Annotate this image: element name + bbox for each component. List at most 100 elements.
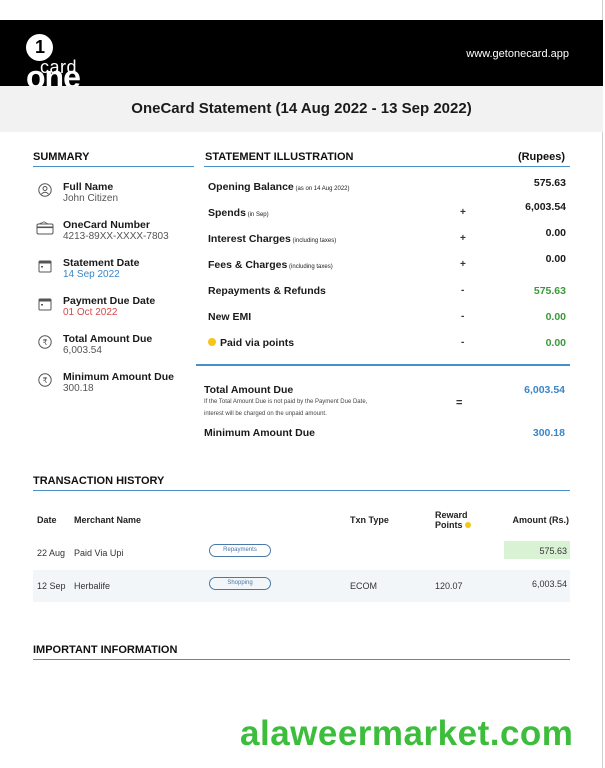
important-info-heading: IMPORTANT INFORMATION xyxy=(33,644,178,656)
txn-type: ECOM xyxy=(350,581,377,591)
brand-header: 1one card www.getonecard.app xyxy=(0,20,603,93)
illustration-heading: STATEMENT ILLUSTRATION xyxy=(205,151,354,163)
illustration-row: Fees & Charges (including taxes) +0.00 xyxy=(208,253,566,273)
table-row[interactable]: 22 Aug Paid Via Upi Repayments 575.63 xyxy=(33,537,570,569)
summary-item: Full Name John Citizen xyxy=(35,181,195,211)
col-reward-line2-text: Points xyxy=(435,520,463,530)
illustration-label: Opening Balance (as on 14 Aug 2022) xyxy=(208,181,350,193)
illustration-total-rule xyxy=(196,364,570,366)
illustration-label: Interest Charges (including taxes) xyxy=(208,233,336,245)
min-due-amount: 300.18 xyxy=(532,427,565,439)
summary-value: 6,003.54 xyxy=(63,345,102,356)
total-due-note-line2: interest will be charged on the unpaid a… xyxy=(204,411,327,417)
illustration-row: Repayments & Refunds - 575.63 xyxy=(208,285,566,299)
points-coin-icon xyxy=(465,522,472,528)
summary-label: Full Name xyxy=(63,181,114,193)
site-url-link[interactable]: www.getonecard.app xyxy=(466,48,569,60)
illustration-amount: 0.00 xyxy=(545,337,566,349)
illustration-amount: 6,003.54 xyxy=(525,201,566,213)
illustration-label: Spends (in Sep) xyxy=(208,207,269,219)
txn-amount-cell: 575.63 xyxy=(504,541,570,559)
total-due-label: Total Amount Due xyxy=(204,384,294,396)
col-merchant: Merchant Name xyxy=(74,515,142,525)
transactions-heading: TRANSACTION HISTORY xyxy=(33,475,165,487)
summary-item: ₹ Minimum Amount Due 300.18 xyxy=(35,371,195,401)
illustration-label-text: Fees & Charges xyxy=(208,259,288,271)
svg-text:₹: ₹ xyxy=(42,338,47,347)
summary-label: Total Amount Due xyxy=(63,333,153,345)
illustration-label-text: Paid via points xyxy=(220,337,295,349)
summary-rule xyxy=(33,166,194,167)
min-due-label: Minimum Amount Due xyxy=(204,427,316,439)
rupee-icon: ₹ xyxy=(38,373,52,387)
illustration-amount: 0.00 xyxy=(545,253,566,265)
logo-wordmark-card: card xyxy=(40,57,78,77)
illustration-row: Opening Balance (as on 14 Aug 2022) 575.6… xyxy=(208,177,566,195)
illustration-operator: + xyxy=(460,207,466,218)
summary-item: ₹ Total Amount Due 6,003.54 xyxy=(35,333,195,363)
illustration-label-note: (in Sep) xyxy=(245,212,269,218)
calendar-icon xyxy=(38,259,52,273)
txn-category-badge: Shopping xyxy=(209,577,271,590)
summary-value: 300.18 xyxy=(63,383,94,394)
watermark-text: alaweermarket.com xyxy=(240,714,574,753)
summary-value: 01 Oct 2022 xyxy=(63,307,118,318)
col-date: Date xyxy=(37,515,57,525)
illustration-label-text: Opening Balance xyxy=(208,181,294,193)
table-row[interactable]: 12 Sep Herbalife ECOM 120.07 Shopping 6,003.5… xyxy=(33,570,570,602)
total-due-operator: = xyxy=(456,397,463,409)
col-reward-points: Reward Points xyxy=(435,510,472,530)
illustration-operator: - xyxy=(461,337,465,348)
total-due-note: If the Total Amount Due is not paid by t… xyxy=(204,396,367,420)
txn-merchant: Paid Via Upi xyxy=(74,548,124,558)
illustration-operator: - xyxy=(461,285,465,296)
illustration-label: Repayments & Refunds xyxy=(208,285,326,297)
currency-note: (Rupees) xyxy=(517,151,565,163)
col-amount: Amount (Rs.) xyxy=(512,515,570,525)
points-coin-icon xyxy=(208,338,216,346)
summary-value: John Citizen xyxy=(63,193,119,204)
summary-item: Payment Due Date 01 Oct 2022 xyxy=(35,295,195,325)
illustration-rule xyxy=(204,166,570,167)
illustration-label-text: Repayments & Refunds xyxy=(208,285,326,297)
illustration-label: New EMI xyxy=(208,311,251,323)
txn-category-badge: Repayments xyxy=(209,544,271,557)
col-reward-line2: Points xyxy=(435,520,472,530)
illustration-amount: 575.63 xyxy=(533,285,566,297)
illustration-label-text: Interest Charges xyxy=(208,233,291,245)
txn-reward-points: 120.07 xyxy=(435,581,463,591)
summary-label: Statement Date xyxy=(63,257,140,269)
illustration-operator: - xyxy=(461,311,465,322)
illustration-row: Paid via points - 0.00 xyxy=(208,337,566,351)
illustration-row: Spends (in Sep) +6,003.54 xyxy=(208,201,566,221)
calendar-icon xyxy=(38,297,52,311)
illustration-amount: 575.63 xyxy=(533,177,566,189)
txn-date: 22 Aug xyxy=(37,548,66,558)
summary-value: 4213-89XX-XXXX-7803 xyxy=(63,231,169,242)
summary-label: Payment Due Date xyxy=(63,295,156,307)
statement-title: OneCard Statement (14 Aug 2022 - 13 Sep … xyxy=(131,100,472,117)
illustration-amount: 0.00 xyxy=(545,311,566,323)
summary-item: OneCard Number 4213-89XX-XXXX-7803 xyxy=(35,219,195,249)
illustration-amount: 0.00 xyxy=(545,227,566,239)
txn-amount-cell: 6,003.54 xyxy=(504,574,570,592)
summary-label: Minimum Amount Due xyxy=(63,371,175,383)
txn-amount: 6,003.54 xyxy=(531,579,567,589)
onecard-logo[interactable]: 1one card xyxy=(26,28,106,93)
illustration-label-note: (as on 14 Aug 2022) xyxy=(293,186,350,192)
illustration-operator: + xyxy=(460,233,466,244)
illustration-label: Fees & Charges (including taxes) xyxy=(208,259,333,271)
illustration-label-note: (including taxes) xyxy=(290,238,337,244)
illustration-label: Paid via points xyxy=(208,337,294,349)
illustration-row: Interest Charges (including taxes) +0.00 xyxy=(208,227,566,247)
user-icon xyxy=(38,183,52,197)
illustration-operator: + xyxy=(460,259,466,270)
card-icon xyxy=(36,221,54,235)
summary-value: 14 Sep 2022 xyxy=(63,269,120,280)
svg-text:₹: ₹ xyxy=(42,376,47,385)
important-info-rule xyxy=(33,659,570,660)
summary-heading: SUMMARY xyxy=(33,151,90,163)
total-due-amount: 6,003.54 xyxy=(524,384,565,396)
illustration-label-text: New EMI xyxy=(208,311,252,323)
rupee-icon: ₹ xyxy=(38,335,52,349)
